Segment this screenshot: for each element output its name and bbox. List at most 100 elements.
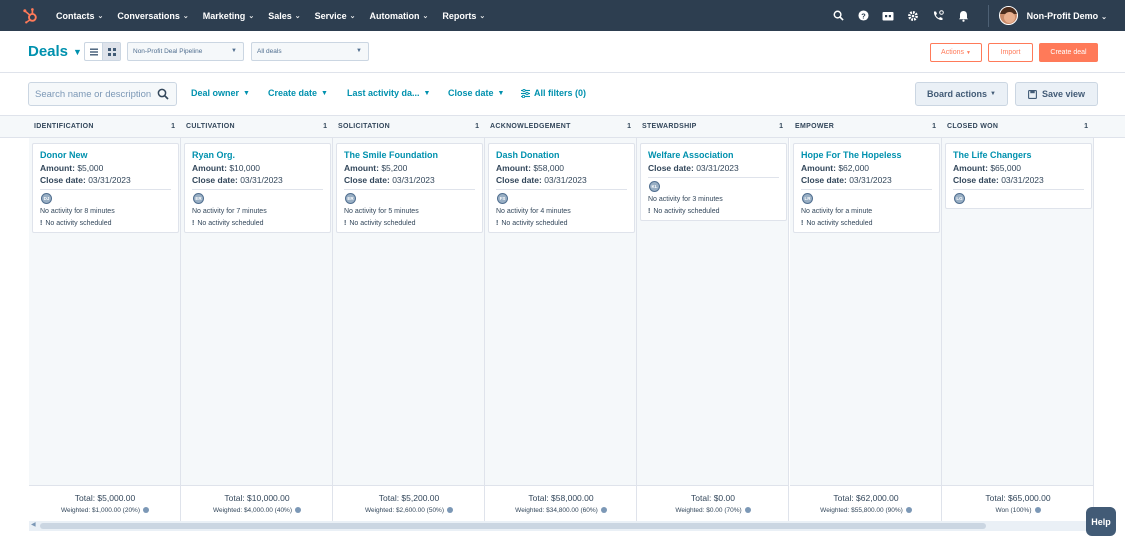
import-button[interactable]: Import xyxy=(988,43,1033,62)
stage-total: Total: $65,000.00 xyxy=(985,493,1051,503)
stage-header[interactable]: STEWARDSHIP 1 xyxy=(637,115,789,138)
deal-name-link[interactable]: The Smile Foundation xyxy=(344,150,438,160)
nav-item-contacts[interactable]: Contacts ⌄ xyxy=(56,11,103,21)
stage-column-body: Ryan Org. Amount: $10,000 Close date: 03… xyxy=(181,138,333,485)
close-date-label: Close date: xyxy=(648,163,694,173)
nav-item-automation[interactable]: Automation ⌄ xyxy=(370,11,429,21)
close-date-value: 03/31/2023 xyxy=(240,175,283,185)
stage-header[interactable]: IDENTIFICATION 1 xyxy=(29,115,181,138)
deal-amount: Amount: $10,000 xyxy=(192,163,260,173)
help-button[interactable]: Help xyxy=(1086,507,1116,536)
user-avatar[interactable] xyxy=(998,6,1018,25)
board-view-button[interactable] xyxy=(102,43,120,60)
account-menu[interactable]: Non-Profit Demo ⌄ xyxy=(1027,11,1107,21)
actions-button[interactable]: Actions ▼ xyxy=(930,43,982,62)
scheduled-activity: ! No activity scheduled xyxy=(192,220,264,227)
horizontal-scrollbar[interactable]: ◀ xyxy=(29,521,1099,531)
board-actions-button[interactable]: Board actions ▼ xyxy=(915,82,1008,106)
last-activity-text: No activity for 5 minutes xyxy=(344,208,419,215)
deal-close-date: Close date: 03/31/2023 xyxy=(40,175,131,185)
deal-card[interactable]: Welfare Association Close date: 03/31/20… xyxy=(640,143,787,221)
stage-total: Total: $62,000.00 xyxy=(833,493,899,503)
create-deal-button[interactable]: Create deal xyxy=(1039,43,1098,62)
deal-card[interactable]: The Smile Foundation Amount: $5,200 Clos… xyxy=(336,143,483,233)
nav-item-marketing[interactable]: Marketing ⌄ xyxy=(203,11,254,21)
info-icon[interactable] xyxy=(295,507,301,514)
owner-avatar[interactable]: KL xyxy=(649,181,660,192)
nav-item-conversations[interactable]: Conversations ⌄ xyxy=(117,11,188,21)
owner-avatar[interactable]: DJ xyxy=(41,193,52,204)
last-activity-date-filter[interactable]: Last activity da... ▼ xyxy=(347,88,430,98)
owner-avatar[interactable]: ER xyxy=(345,193,356,204)
stage-column-acknowledgement: ACKNOWLEDGEMENT 1 Dash Donation Amount: … xyxy=(485,115,637,521)
amount-value: $62,000 xyxy=(838,163,870,173)
info-icon[interactable] xyxy=(905,507,912,514)
close-date-filter[interactable]: Close date ▼ xyxy=(448,88,504,98)
hubspot-logo-icon[interactable] xyxy=(22,7,39,24)
warning-icon: ! xyxy=(344,220,347,227)
search-icon[interactable] xyxy=(157,88,169,100)
search-box xyxy=(28,82,177,106)
scroll-left-arrow-icon[interactable]: ◀ xyxy=(31,521,36,528)
stage-header[interactable]: SOLICITATION 1 xyxy=(333,115,485,138)
owner-avatar[interactable]: FS xyxy=(497,193,508,204)
save-view-button[interactable]: Save view xyxy=(1015,82,1098,106)
owner-avatar[interactable]: LR xyxy=(802,193,813,204)
deal-name-link[interactable]: Donor New xyxy=(40,150,88,160)
deal-name-link[interactable]: Welfare Association xyxy=(648,150,734,160)
create-date-filter[interactable]: Create date ▼ xyxy=(268,88,328,98)
calling-icon[interactable] xyxy=(932,9,945,22)
scheduled-activity: ! No activity scheduled xyxy=(496,220,568,227)
search-input[interactable] xyxy=(35,87,153,102)
info-icon[interactable] xyxy=(600,507,607,514)
deal-owner-filter[interactable]: Deal owner ▼ xyxy=(191,88,250,98)
deal-name-link[interactable]: Hope For The Hopeless xyxy=(801,150,902,160)
stage-total: Total: $0.00 xyxy=(691,493,735,503)
stage-column-body: Welfare Association Close date: 03/31/20… xyxy=(637,138,789,485)
owner-avatar[interactable]: LG xyxy=(954,193,965,204)
close-date-label: Close date: xyxy=(496,175,542,185)
deal-card[interactable]: Ryan Org. Amount: $10,000 Close date: 03… xyxy=(184,143,331,233)
info-icon[interactable] xyxy=(447,507,453,514)
marketplace-icon[interactable] xyxy=(882,9,895,22)
stage-totals: Total: $5,200.00 Weighted: $2,600.00 (50… xyxy=(333,485,485,521)
warning-icon: ! xyxy=(648,208,651,215)
close-date-label: Close date: xyxy=(192,175,238,185)
scheduled-activity-text: No activity scheduled xyxy=(806,220,873,227)
scrollbar-thumb[interactable] xyxy=(40,523,986,529)
deal-card[interactable]: Donor New Amount: $5,000 Close date: 03/… xyxy=(32,143,179,233)
stage-header[interactable]: EMPOWER 1 xyxy=(790,115,942,138)
deal-card[interactable]: The Life Changers Amount: $65,000 Close … xyxy=(945,143,1092,209)
card-divider xyxy=(40,189,171,190)
save-view-label: Save view xyxy=(1041,89,1086,99)
list-view-button[interactable] xyxy=(85,43,102,60)
info-icon[interactable] xyxy=(744,507,751,514)
card-divider xyxy=(344,189,475,190)
nav-item-service[interactable]: Service ⌄ xyxy=(315,11,356,21)
notifications-icon[interactable] xyxy=(957,9,970,22)
stage-header[interactable]: ACKNOWLEDGEMENT 1 xyxy=(485,115,637,138)
help-icon[interactable]: ? xyxy=(857,9,870,22)
deal-close-date: Close date: 03/31/2023 xyxy=(344,175,435,185)
info-icon[interactable] xyxy=(143,507,149,514)
deals-filter-select[interactable]: All deals ▼ xyxy=(251,42,369,61)
pipeline-select[interactable]: Non-Profit Deal Pipeline ▼ xyxy=(127,42,244,61)
deal-name-link[interactable]: The Life Changers xyxy=(953,150,1032,160)
deal-card[interactable]: Dash Donation Amount: $58,000 Close date… xyxy=(488,143,635,233)
stage-weighted-text: Weighted: $55,800.00 (90%) xyxy=(820,507,903,514)
info-icon[interactable] xyxy=(1034,507,1041,514)
deal-card[interactable]: Hope For The Hopeless Amount: $62,000 Cl… xyxy=(793,143,940,233)
deal-name-link[interactable]: Dash Donation xyxy=(496,150,560,160)
deal-name-link[interactable]: Ryan Org. xyxy=(192,150,235,160)
nav-item-reports[interactable]: Reports ⌄ xyxy=(442,11,485,21)
scheduled-activity-text: No activity scheduled xyxy=(197,220,264,227)
search-icon[interactable] xyxy=(832,9,845,22)
last-activity-text: No activity for 8 minutes xyxy=(40,208,115,215)
page-title[interactable]: Deals ▼ xyxy=(28,43,82,60)
stage-header[interactable]: CLOSED WON 1 xyxy=(942,115,1094,138)
nav-item-sales[interactable]: Sales ⌄ xyxy=(268,11,300,21)
settings-icon[interactable] xyxy=(907,9,920,22)
all-filters-button[interactable]: All filters (0) xyxy=(521,88,586,98)
owner-avatar[interactable]: ER xyxy=(193,193,204,204)
stage-header[interactable]: CULTIVATION 1 xyxy=(181,115,333,138)
